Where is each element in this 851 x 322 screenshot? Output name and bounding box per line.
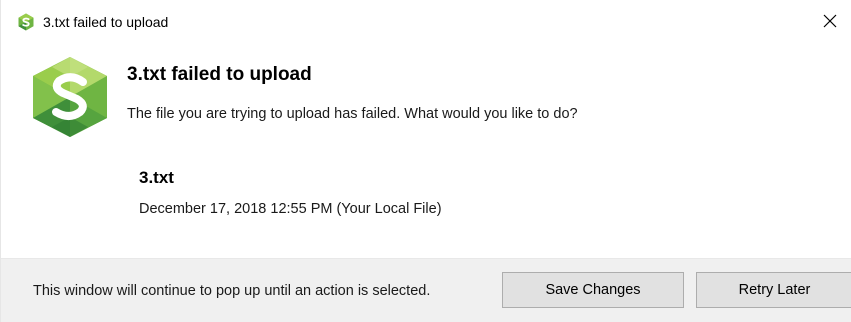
dialog-heading: 3.txt failed to upload (127, 64, 312, 85)
close-button[interactable] (808, 0, 851, 42)
dialog-footer: This window will continue to pop up unti… (1, 258, 851, 322)
file-details: December 17, 2018 12:55 PM (Your Local F… (139, 201, 442, 217)
window-title: 3.txt failed to upload (43, 14, 169, 30)
save-changes-button[interactable]: Save Changes (502, 272, 684, 308)
title-bar: 3.txt failed to upload (1, 0, 851, 42)
upload-failed-dialog: 3.txt failed to upload 3.txt failed to u… (0, 0, 851, 322)
file-name: 3.txt (139, 168, 174, 187)
app-logo-icon (18, 13, 34, 31)
dialog-message: The file you are trying to upload has fa… (127, 106, 578, 122)
app-logo-icon (33, 57, 107, 137)
retry-later-button[interactable]: Retry Later (696, 272, 851, 308)
footer-note: This window will continue to pop up unti… (33, 283, 431, 299)
close-icon (823, 14, 837, 28)
